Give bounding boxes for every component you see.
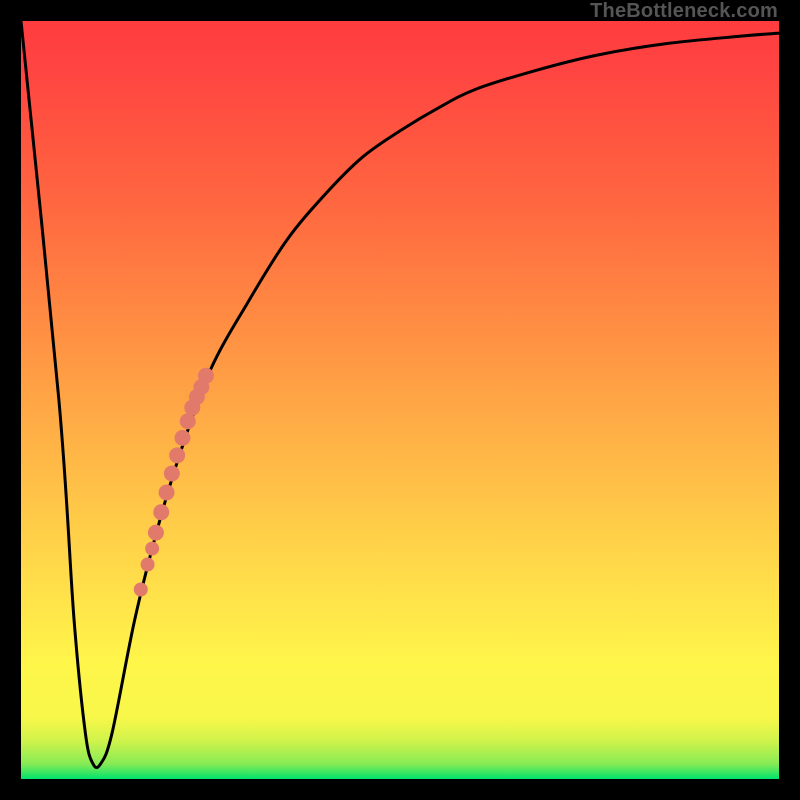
highlight-dot <box>141 557 155 571</box>
highlight-dot <box>198 368 214 384</box>
highlight-dot <box>174 430 190 446</box>
watermark-text: TheBottleneck.com <box>590 0 778 23</box>
highlight-dot <box>169 447 185 463</box>
highlight-dot <box>153 504 169 520</box>
plot-container: TheBottleneck.com <box>0 0 800 800</box>
highlight-dot <box>159 484 175 500</box>
dots-layer <box>21 21 779 779</box>
plot-gradient-area <box>21 21 779 779</box>
highlight-dot <box>148 525 164 541</box>
highlight-dot <box>180 413 196 429</box>
highlight-dot <box>145 542 159 556</box>
highlight-dot <box>134 583 148 597</box>
highlight-dots <box>134 368 214 597</box>
highlight-dot <box>164 466 180 482</box>
